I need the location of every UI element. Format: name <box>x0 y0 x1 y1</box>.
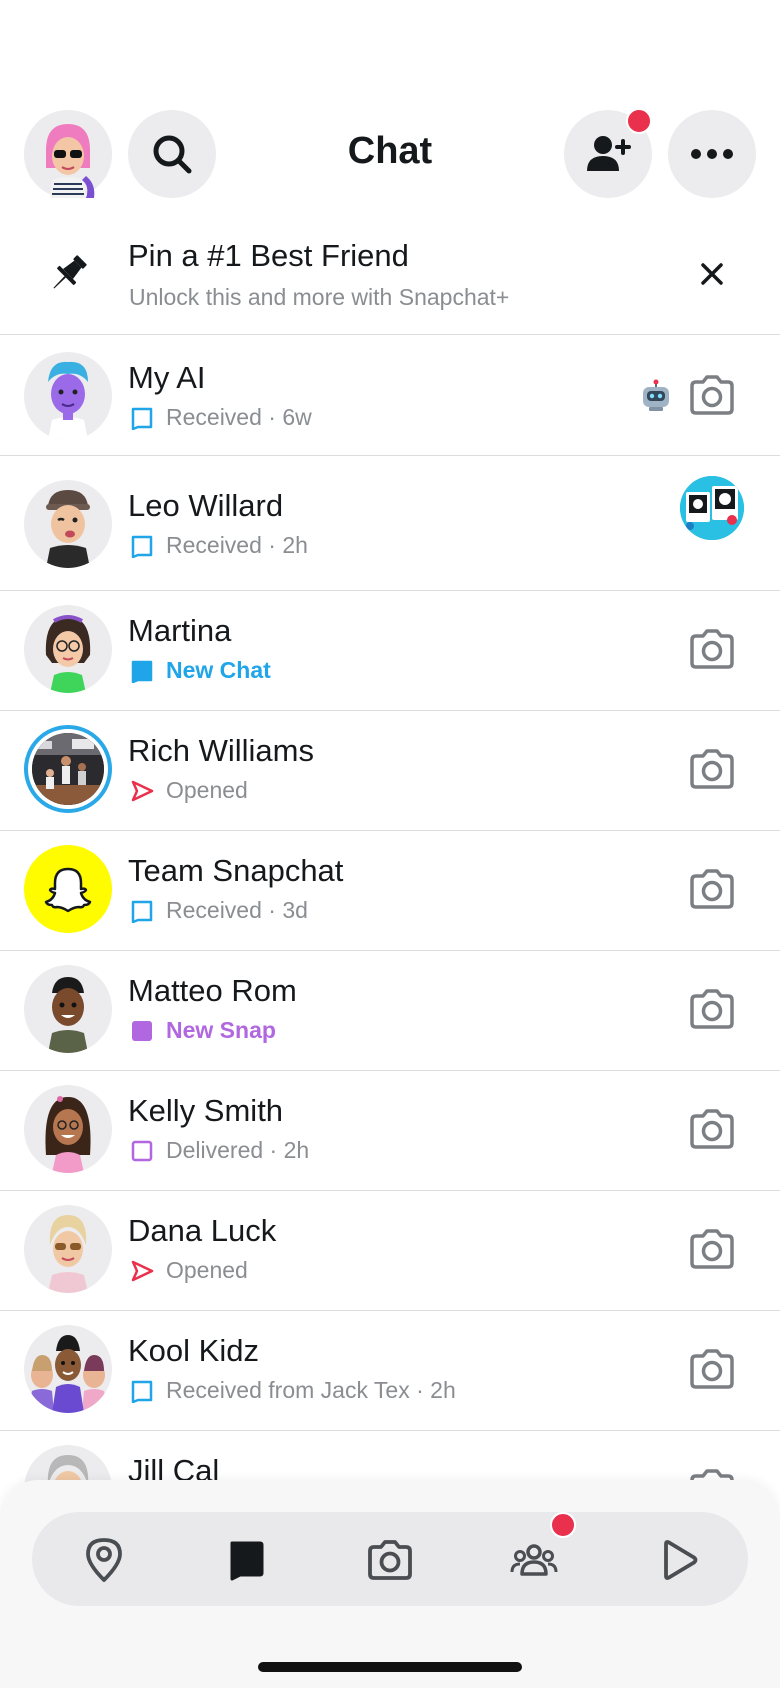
chat-status-text: Delivered · 2h <box>166 1137 310 1163</box>
martina-bitmoji-icon <box>45 615 91 693</box>
more-button[interactable] <box>668 110 756 198</box>
notification-dot <box>550 1512 576 1538</box>
camera-icon[interactable] <box>688 1225 736 1273</box>
chat-status: Delivered · 2h <box>130 1137 309 1164</box>
kelly-bitmoji-icon <box>45 1096 91 1173</box>
pin-icon <box>53 255 87 289</box>
matteo-bitmoji-icon <box>48 977 88 1053</box>
chat-status: Received · 3d <box>130 897 308 924</box>
chat-name: Leo Willard <box>128 488 284 523</box>
chat-row-my-ai[interactable]: My AI Received · 6w <box>0 336 780 456</box>
add-friend-button[interactable] <box>564 108 652 198</box>
avatar <box>24 352 112 440</box>
story-thumbnail[interactable] <box>680 476 744 540</box>
camera-icon[interactable] <box>688 1345 736 1393</box>
chat-status-text: New Snap <box>166 1017 276 1043</box>
opened-snap-arrow-icon <box>131 780 154 801</box>
avatar <box>24 480 112 568</box>
camera-icon[interactable] <box>688 745 736 793</box>
chat-status-text: Received · 6w <box>166 404 312 430</box>
chat-status-text: Opened <box>166 777 248 803</box>
chat-status-text: Received from Jack Tex · 2h <box>166 1377 456 1403</box>
close-icon[interactable] <box>694 256 730 292</box>
friends-stories-icon <box>510 1544 558 1576</box>
chat-status: Received · 2h <box>130 532 308 559</box>
tab-camera[interactable] <box>364 1534 416 1586</box>
camera-icon[interactable] <box>688 625 736 673</box>
chat-name: Rich Williams <box>128 733 314 768</box>
camera-icon[interactable] <box>688 985 736 1033</box>
home-indicator <box>258 1662 522 1672</box>
chat-status: Opened <box>130 777 248 804</box>
more-icon <box>691 149 733 159</box>
chat-row-dana-luck[interactable]: Dana Luck Opened <box>0 1191 780 1311</box>
chat-name: Martina <box>128 613 232 648</box>
avatar <box>24 965 112 1053</box>
chat-row-kool-kidz[interactable]: Kool Kidz Received from Jack Tex · 2h <box>0 1311 780 1431</box>
received-chat-icon <box>131 1380 153 1403</box>
camera-icon[interactable] <box>688 865 736 913</box>
received-chat-icon <box>131 535 153 558</box>
chat-status-text: New Chat <box>166 657 271 683</box>
rich-photo-icon <box>32 733 104 805</box>
chat-status: New Chat <box>130 657 271 684</box>
chat-name: Kool Kidz <box>128 1333 259 1368</box>
delivered-snap-icon <box>131 1140 153 1161</box>
group-avatar <box>24 1325 112 1413</box>
opened-snap-arrow-icon <box>131 1260 154 1281</box>
map-pin-icon <box>86 1538 122 1582</box>
pin-best-friend-banner[interactable]: Pin a #1 Best Friend Unlock this and mor… <box>0 220 780 335</box>
page-title: Chat <box>347 130 433 172</box>
avatar <box>24 605 112 693</box>
chat-name: Team Snapchat <box>128 853 344 888</box>
camera-tab-icon <box>368 1540 412 1580</box>
chat-name: Kelly Smith <box>128 1093 284 1128</box>
avatar <box>24 1205 112 1293</box>
received-chat-icon <box>131 407 153 430</box>
my-ai-bitmoji-icon <box>48 361 88 440</box>
chat-icon <box>230 1541 264 1581</box>
leo-bitmoji-icon <box>46 490 90 568</box>
play-icon <box>664 1540 698 1580</box>
sticker-thumbnail-icon <box>680 476 744 540</box>
avatar-with-story-ring <box>24 725 112 813</box>
chat-status-text: Received · 3d <box>166 897 308 923</box>
new-chat-icon <box>131 660 153 683</box>
tab-stories[interactable] <box>508 1512 576 1586</box>
chat-row-martina[interactable]: Martina New Chat <box>0 591 780 711</box>
received-chat-icon <box>131 900 153 923</box>
pin-banner-title: Pin a #1 Best Friend <box>128 238 409 273</box>
chat-row-matteo-rom[interactable]: Matteo Rom New Snap <box>0 951 780 1071</box>
chat-row-team-snapchat[interactable]: Team Snapchat Received · 3d <box>0 831 780 951</box>
tab-spotlight[interactable] <box>652 1534 704 1586</box>
chat-status: Received · 6w <box>130 404 312 431</box>
chat-name: Dana Luck <box>128 1213 277 1248</box>
chat-name: Matteo Rom <box>128 973 297 1008</box>
camera-icon[interactable] <box>688 1105 736 1153</box>
avatar <box>24 845 112 933</box>
chat-row-kelly-smith[interactable]: Kelly Smith Delivered · 2h <box>0 1071 780 1191</box>
camera-icon[interactable] <box>688 371 736 419</box>
new-snap-icon <box>132 1020 152 1041</box>
chat-status-text: Opened <box>166 1257 248 1283</box>
avatar <box>24 1085 112 1173</box>
pin-banner-subtitle: Unlock this and more with Snapchat+ <box>129 284 510 310</box>
dana-bitmoji-icon <box>48 1215 88 1293</box>
chat-row-leo-willard[interactable]: Leo Willard Received · 2h <box>0 456 780 591</box>
chat-name: My AI <box>128 360 206 395</box>
chat-status-text: Received · 2h <box>166 532 308 558</box>
chat-status: New Snap <box>130 1017 276 1044</box>
notification-dot <box>626 108 652 134</box>
chat-row-rich-williams[interactable]: Rich Williams Opened <box>0 711 780 831</box>
group-bitmoji-icon <box>28 1335 108 1413</box>
snapchat-ghost-icon <box>44 867 92 913</box>
chat-status: Opened <box>130 1257 248 1284</box>
robot-icon <box>643 379 669 411</box>
tab-chat[interactable] <box>220 1534 272 1586</box>
chat-header: Chat <box>0 0 780 215</box>
tab-map[interactable] <box>78 1534 130 1586</box>
add-friend-icon <box>587 136 631 171</box>
chat-status: Received from Jack Tex · 2h <box>130 1377 456 1404</box>
